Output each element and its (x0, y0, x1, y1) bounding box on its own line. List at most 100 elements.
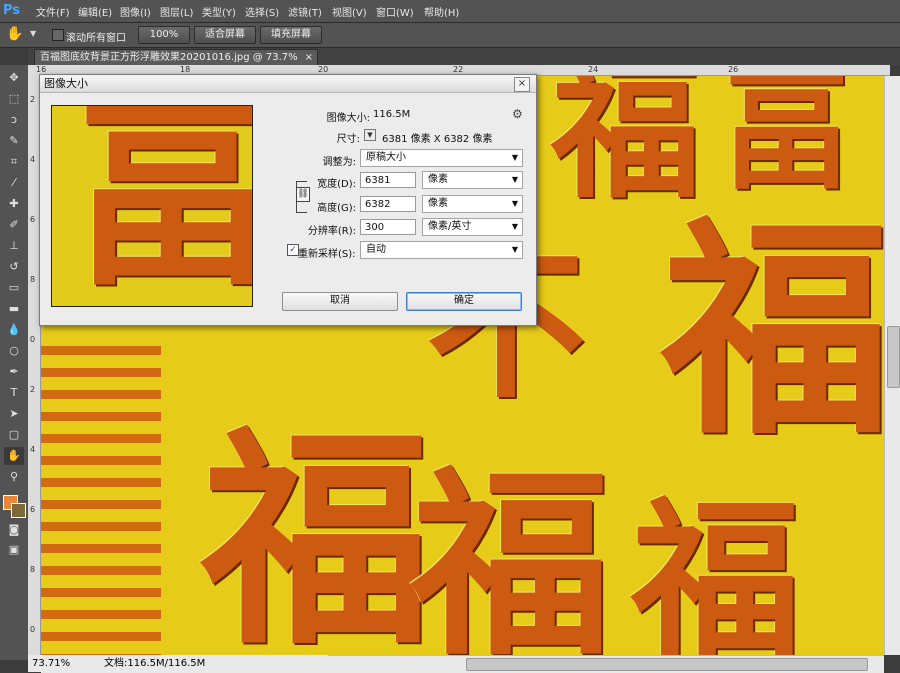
brush-tool-icon[interactable]: ✐ (4, 216, 24, 234)
move-tool-icon[interactable]: ✥ (4, 69, 24, 87)
ruler-tick: 6 (30, 505, 36, 514)
eyedropper-tool-icon[interactable]: ⁄ (4, 174, 24, 192)
resample-value: 自动 (366, 244, 386, 255)
tool-preset-caret-icon[interactable]: ▼ (30, 29, 36, 38)
lasso-tool-icon[interactable]: ↄ (4, 111, 24, 129)
menu-filter[interactable]: 滤镜(T) (288, 4, 322, 19)
blur-tool-icon[interactable]: 💧 (4, 321, 24, 339)
image-size-value: 116.5M (373, 109, 411, 120)
canvas-glyph: 福 (551, 76, 702, 219)
fit-screen-button[interactable]: 适合屏幕 (194, 26, 256, 44)
resolution-label: 分辨率(R): (307, 226, 356, 237)
canvas-glyph: 福 (631, 481, 802, 655)
clone-stamp-tool-icon[interactable]: ⊥ (4, 237, 24, 255)
healing-brush-tool-icon[interactable]: ✚ (4, 195, 24, 213)
height-unit-select[interactable]: 像素 ▼ (422, 195, 523, 213)
menu-select[interactable]: 选择(S) (245, 4, 279, 19)
fit-to-label: 调整为: (322, 157, 356, 168)
pen-tool-icon[interactable]: ✒ (4, 363, 24, 381)
width-unit-select[interactable]: 像素 ▼ (422, 171, 523, 189)
resolution-unit-select[interactable]: 像素/英寸 ▼ (422, 218, 523, 236)
dodge-tool-icon[interactable]: ○ (4, 342, 24, 360)
gradient-tool-icon[interactable]: ▬ (4, 300, 24, 318)
ruler-tick: 6 (30, 215, 36, 224)
cancel-button[interactable]: 取消 (282, 292, 398, 311)
ruler-tick: 0 (30, 335, 36, 344)
ruler-tick: 8 (30, 275, 36, 284)
vertical-scroll-thumb[interactable] (887, 326, 900, 388)
menu-image[interactable]: 图像(I) (120, 4, 151, 19)
ruler-tick: 18 (180, 65, 191, 74)
ok-button[interactable]: 确定 (406, 292, 522, 311)
crop-tool-icon[interactable]: ⌗ (4, 153, 24, 171)
close-icon[interactable]: × (514, 77, 530, 92)
quick-select-tool-icon[interactable]: ✎ (4, 132, 24, 150)
ruler-tick: 4 (30, 445, 36, 454)
canvas-glyph: 福 (661, 196, 884, 466)
ruler-tick: 8 (30, 565, 36, 574)
width-field[interactable]: 6381 (360, 172, 416, 188)
document-tab-bar: 百福图底纹背景正方形浮雕效果20201016.jpg @ 73.7%(RGB/8… (28, 48, 900, 79)
canvas-glyph: 福 (201, 406, 432, 655)
height-field[interactable]: 6382 (360, 196, 416, 212)
path-selection-tool-icon[interactable]: ➤ (4, 405, 24, 423)
gear-icon[interactable]: ⚙ (512, 107, 523, 121)
menu-view[interactable]: 视图(V) (332, 4, 367, 19)
menu-edit[interactable]: 编辑(E) (78, 4, 112, 19)
menu-file[interactable]: 文件(F) (36, 4, 70, 19)
quick-mask-icon[interactable]: ◙ (4, 521, 24, 539)
background-color-swatch[interactable] (11, 503, 26, 518)
menu-help[interactable]: 帮助(H) (424, 4, 459, 19)
photoshop-logo: Ps (3, 3, 21, 18)
hand-tool-icon[interactable]: ✋ (6, 26, 23, 42)
document-tab[interactable]: 百福图底纹背景正方形浮雕效果20201016.jpg @ 73.7%(RGB/8… (34, 49, 318, 79)
screen-mode-icon[interactable]: ▣ (4, 541, 24, 559)
resolution-unit-value: 像素/英寸 (428, 221, 472, 232)
fit-to-select[interactable]: 原稿大小 ▼ (360, 149, 523, 167)
scroll-all-windows-checkbox[interactable] (52, 29, 64, 41)
image-size-dialog: 图像大小 × 畐 图像大小: 116.5M ⚙ 尺寸: ▼ 6381 像素 X … (39, 74, 537, 326)
ruler-tick: 26 (728, 65, 739, 74)
fill-screen-button[interactable]: 填充屏幕 (260, 26, 322, 44)
height-label: 高度(G): (317, 203, 356, 214)
resample-select[interactable]: 自动 ▼ (360, 241, 523, 259)
width-unit-value: 像素 (428, 174, 448, 185)
zoom-100-button[interactable]: 100% (138, 26, 190, 44)
chevron-down-icon: ▼ (511, 245, 518, 254)
ruler-tick: 20 (318, 65, 329, 74)
chevron-down-icon: ▼ (511, 222, 518, 231)
dialog-title: 图像大小 (44, 77, 88, 90)
rectangle-tool-icon[interactable]: ▢ (4, 426, 24, 444)
doc-size: 文档:116.5M/116.5M (104, 658, 206, 669)
zoom-tool-icon[interactable]: ⚲ (4, 468, 24, 486)
dialog-title-bar[interactable]: 图像大小 × (40, 75, 536, 93)
zoom-level[interactable]: 73.71% (32, 655, 70, 672)
menu-window[interactable]: 窗口(W) (376, 4, 414, 19)
eraser-tool-icon[interactable]: ▭ (4, 279, 24, 297)
hand-tool-icon[interactable]: ✋ (4, 447, 24, 465)
dimensions-label: 尺寸: (336, 134, 360, 145)
status-bar: 73.71% 文档:116.5M/116.5M (28, 655, 328, 672)
seal-script-pattern (41, 346, 161, 655)
chevron-down-icon: ▼ (511, 153, 518, 162)
vertical-scrollbar[interactable] (884, 76, 900, 655)
height-unit-value: 像素 (428, 198, 448, 209)
dimensions-dropdown-icon[interactable]: ▼ (364, 129, 376, 141)
dimensions-value: 6381 像素 X 6382 像素 (382, 134, 493, 145)
menu-type[interactable]: 类型(Y) (202, 4, 236, 19)
horizontal-scroll-thumb[interactable] (466, 658, 868, 671)
marquee-tool-icon[interactable]: ⬚ (4, 90, 24, 108)
close-tab-icon[interactable]: × (305, 50, 313, 66)
ruler-tick: 0 (30, 625, 36, 634)
tools-panel: ✥ ⬚ ↄ ✎ ⌗ ⁄ ✚ ✐ ⊥ ↺ ▭ ▬ 💧 ○ ✒ T ➤ ▢ ✋ ⚲ … (0, 65, 29, 660)
menu-layer[interactable]: 图层(L) (160, 4, 193, 19)
image-preview[interactable]: 畐 (51, 105, 253, 307)
history-brush-tool-icon[interactable]: ↺ (4, 258, 24, 276)
ruler-tick: 4 (30, 155, 36, 164)
ruler-tick: 16 (36, 65, 47, 74)
resolution-field[interactable]: 300 (360, 219, 416, 235)
ruler-tick: 2 (30, 95, 36, 104)
image-size-label: 图像大小: (326, 113, 370, 124)
type-tool-icon[interactable]: T (4, 384, 24, 402)
resample-label: 重新采样(S): (298, 249, 356, 260)
